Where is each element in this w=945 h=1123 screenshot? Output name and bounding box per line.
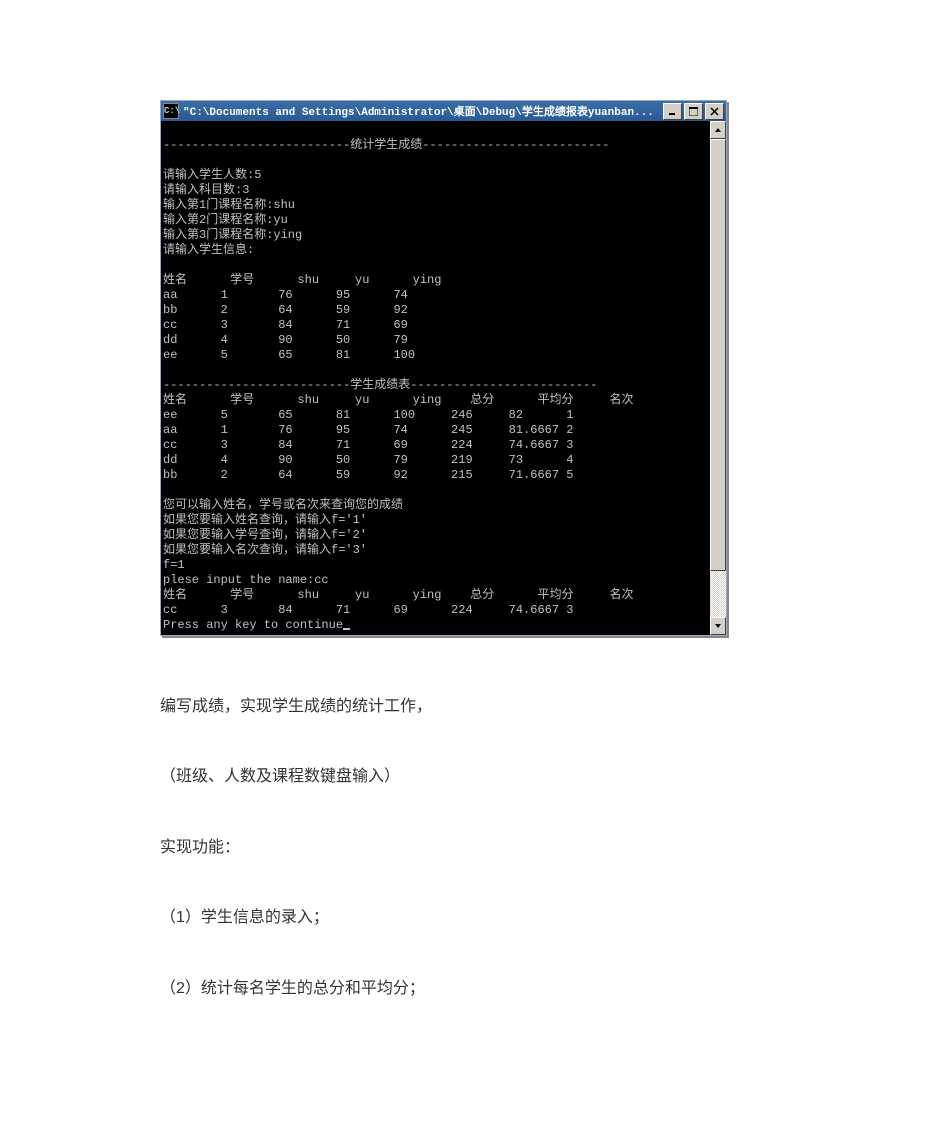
- scroll-thumb[interactable]: [710, 139, 726, 571]
- scroll-track[interactable]: [710, 139, 726, 617]
- maximize-button[interactable]: [684, 103, 703, 120]
- console-output: --------------------------统计学生成绩--------…: [161, 121, 710, 635]
- scroll-down-button[interactable]: [710, 617, 726, 635]
- close-button[interactable]: [705, 103, 724, 120]
- paragraph-5: （2）统计每名学生的总分和平均分；: [160, 978, 785, 1000]
- minimize-button[interactable]: [663, 103, 682, 120]
- title-bar[interactable]: C:\ "C:\Documents and Settings\Administr…: [161, 101, 726, 121]
- paragraph-4: （1）学生信息的录入；: [160, 907, 785, 929]
- cmd-icon: C:\: [163, 103, 179, 119]
- console-window: C:\ "C:\Documents and Settings\Administr…: [160, 100, 727, 636]
- paragraph-2: （班级、人数及课程数键盘输入）: [160, 766, 785, 788]
- vertical-scrollbar[interactable]: [710, 121, 726, 635]
- document-body: 编写成绩，实现学生成绩的统计工作， （班级、人数及课程数键盘输入） 实现功能： …: [160, 696, 785, 1000]
- window-title: "C:\Documents and Settings\Administrator…: [183, 103, 661, 119]
- scroll-up-button[interactable]: [710, 121, 726, 139]
- paragraph-1: 编写成绩，实现学生成绩的统计工作，: [160, 696, 785, 718]
- cursor: [343, 628, 350, 630]
- paragraph-3: 实现功能：: [160, 837, 785, 859]
